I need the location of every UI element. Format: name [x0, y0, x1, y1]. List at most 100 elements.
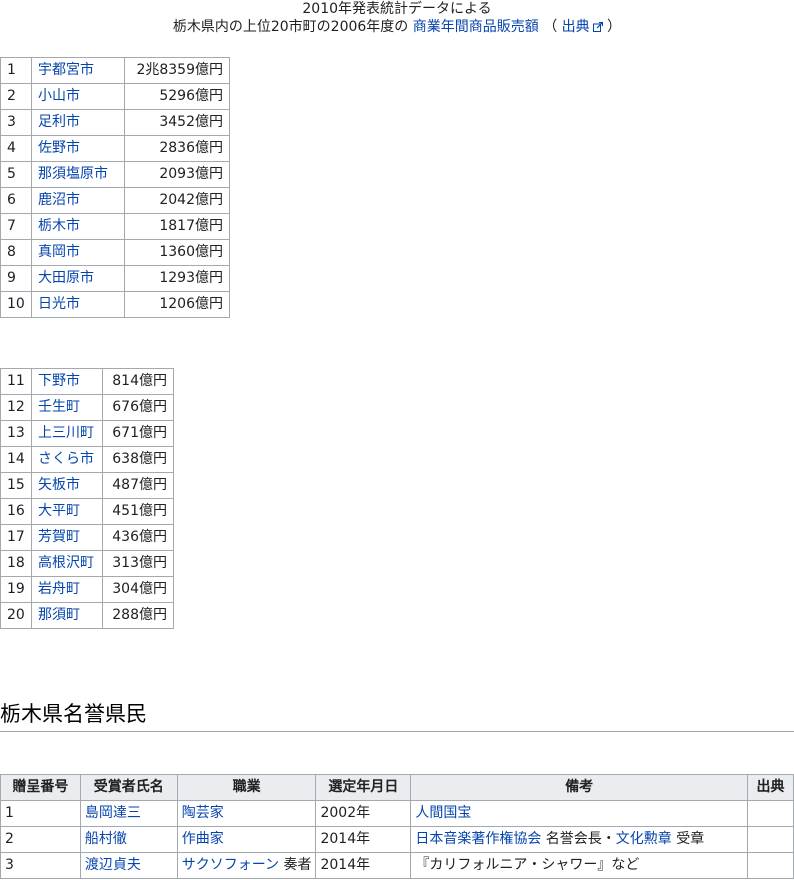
- recipient-name-link[interactable]: 島岡達三: [85, 805, 141, 821]
- note-text: 受章: [671, 831, 705, 847]
- municipality-link[interactable]: 鹿沼市: [38, 192, 80, 208]
- award-number: 2: [0, 826, 81, 853]
- occupation-link[interactable]: 作曲家: [182, 831, 224, 847]
- rank-cell-name: 芳賀町: [31, 524, 103, 551]
- municipality-link[interactable]: 下野市: [38, 373, 80, 389]
- table-row: 2 小山市 5296億円: [0, 83, 230, 110]
- note-link[interactable]: 文化勲章: [616, 831, 672, 847]
- sales-value: 313億円: [102, 550, 174, 577]
- sales-value: 436億円: [102, 524, 174, 551]
- municipality-link[interactable]: 上三川町: [38, 425, 94, 441]
- sales-amount-link[interactable]: 商業年間商品販売額: [413, 19, 539, 35]
- rank-number: 10: [0, 291, 32, 318]
- occupation-link[interactable]: 陶芸家: [182, 805, 224, 821]
- section-heading: 栃木県名誉県民: [0, 700, 794, 732]
- source-link[interactable]: 出典: [562, 19, 603, 35]
- table-row: 18 高根沢町 313億円: [0, 550, 174, 577]
- rank-number: 6: [0, 187, 32, 214]
- table-row: 1 宇都宮市 2兆8359億円: [0, 57, 230, 84]
- source-link-label: 出典: [561, 19, 590, 35]
- municipality-link[interactable]: 真岡市: [38, 244, 80, 260]
- rank-cell-name: 那須町: [31, 602, 103, 629]
- municipality-link[interactable]: 日光市: [38, 296, 80, 312]
- municipality-link[interactable]: 那須塩原市: [38, 166, 108, 182]
- municipality-link[interactable]: 岩舟町: [38, 581, 80, 597]
- table-row: 11 下野市 814億円: [0, 368, 174, 395]
- header-source: 出典: [747, 774, 794, 801]
- table-row: 13 上三川町 671億円: [0, 420, 174, 447]
- municipality-link[interactable]: 壬生町: [38, 399, 80, 415]
- municipality-link[interactable]: 高根沢町: [38, 555, 94, 571]
- table-row: 12 壬生町 676億円: [0, 394, 174, 421]
- table-row: 8 真岡市 1360億円: [0, 239, 230, 266]
- sales-value: 1206億円: [124, 291, 230, 318]
- occupation-link[interactable]: サクソフォーン: [182, 857, 279, 873]
- sales-value: 671億円: [102, 420, 174, 447]
- selection-year: 2002年: [315, 800, 412, 827]
- municipality-link[interactable]: さくら市: [38, 451, 94, 467]
- table-row: 7 栃木市 1817億円: [0, 213, 230, 240]
- sales-value: 1360億円: [124, 239, 230, 266]
- note-link[interactable]: 日本音楽著作権協会: [415, 831, 541, 847]
- source-cell: [747, 800, 794, 827]
- table-row: 10 日光市 1206億円: [0, 291, 230, 318]
- recipient-name-link[interactable]: 渡辺貞夫: [85, 857, 141, 873]
- municipality-link[interactable]: 栃木市: [38, 218, 80, 234]
- rank-cell-name: 上三川町: [31, 420, 103, 447]
- municipality-link[interactable]: 那須町: [38, 607, 80, 623]
- source-cell: [747, 852, 794, 879]
- sales-value: 1293億円: [124, 265, 230, 292]
- sales-value: 2836億円: [124, 135, 230, 162]
- rank-number: 15: [0, 472, 32, 499]
- occupation-cell: サクソフォーン 奏者: [176, 852, 317, 879]
- caption-line-1: 2010年発表統計データによる: [302, 1, 492, 17]
- table-row: 9 大田原市 1293億円: [0, 265, 230, 292]
- rank-number: 3: [0, 109, 32, 136]
- table-row: 6 鹿沼市 2042億円: [0, 187, 230, 214]
- rank-number: 12: [0, 394, 32, 421]
- header-name: 受賞者氏名: [79, 774, 178, 801]
- rank-number: 20: [0, 602, 32, 629]
- rank-number: 5: [0, 161, 32, 188]
- municipality-link[interactable]: 大田原市: [38, 270, 94, 286]
- caption-line-2: 栃木県内の上位20市町の2006年度の 商業年間商品販売額 （ 出典 ）: [0, 18, 794, 36]
- rank-cell-name: 高根沢町: [31, 550, 103, 577]
- sales-value: 487億円: [102, 472, 174, 499]
- municipality-link[interactable]: 小山市: [38, 88, 80, 104]
- municipality-link[interactable]: 矢板市: [38, 477, 80, 493]
- honorary-citizens-table: 贈呈番号 受賞者氏名 職業 選定年月日 備考 出典 1 島岡達三 陶芸家 2002年人…: [0, 774, 794, 879]
- recipient-cell: 船村徹: [79, 826, 178, 853]
- rank-cell-name: 鹿沼市: [31, 187, 125, 214]
- municipality-link[interactable]: 宇都宮市: [38, 62, 94, 78]
- rank-cell-name: 栃木市: [31, 213, 125, 240]
- municipality-link[interactable]: 佐野市: [38, 140, 80, 156]
- recipient-cell: 島岡達三: [79, 800, 178, 827]
- table-caption: 2010年発表統計データによる 栃木県内の上位20市町の2006年度の 商業年間…: [0, 0, 794, 36]
- rank-cell-name: 下野市: [31, 368, 103, 395]
- source-cell: [747, 826, 794, 853]
- sales-value: 676億円: [102, 394, 174, 421]
- note-link[interactable]: 人間国宝: [415, 805, 471, 821]
- note-text: 『カリフォルニア・シャワー』など: [415, 857, 640, 873]
- recipient-name-link[interactable]: 船村徹: [85, 831, 127, 847]
- sales-value: 2042億円: [124, 187, 230, 214]
- rank-cell-name: 岩舟町: [31, 576, 103, 603]
- selection-year: 2014年: [315, 852, 412, 879]
- sales-value: 304億円: [102, 576, 174, 603]
- table-row: 1 島岡達三 陶芸家 2002年 人間国宝: [0, 800, 794, 827]
- table-row: 3 足利市 3452億円: [0, 109, 230, 136]
- note-cell: 『カリフォルニア・シャワー』など: [410, 852, 749, 879]
- rank-cell-name: 真岡市: [31, 239, 125, 266]
- rank-number: 11: [0, 368, 32, 395]
- municipality-link[interactable]: 芳賀町: [38, 529, 80, 545]
- ranking-table-11-20: 11 下野市 814億円 12 壬生町 676億円 13 上三川町 671億円 14 さくら市 638…: [0, 368, 174, 629]
- rank-number: 9: [0, 265, 32, 292]
- occupation-cell: 陶芸家: [176, 800, 317, 827]
- header-year: 選定年月日: [315, 774, 412, 801]
- rank-number: 13: [0, 420, 32, 447]
- municipality-link[interactable]: 足利市: [38, 114, 80, 130]
- sales-value: 288億円: [102, 602, 174, 629]
- municipality-link[interactable]: 大平町: [38, 503, 80, 519]
- table-row: 15 矢板市 487億円: [0, 472, 174, 499]
- sales-value: 3452億円: [124, 109, 230, 136]
